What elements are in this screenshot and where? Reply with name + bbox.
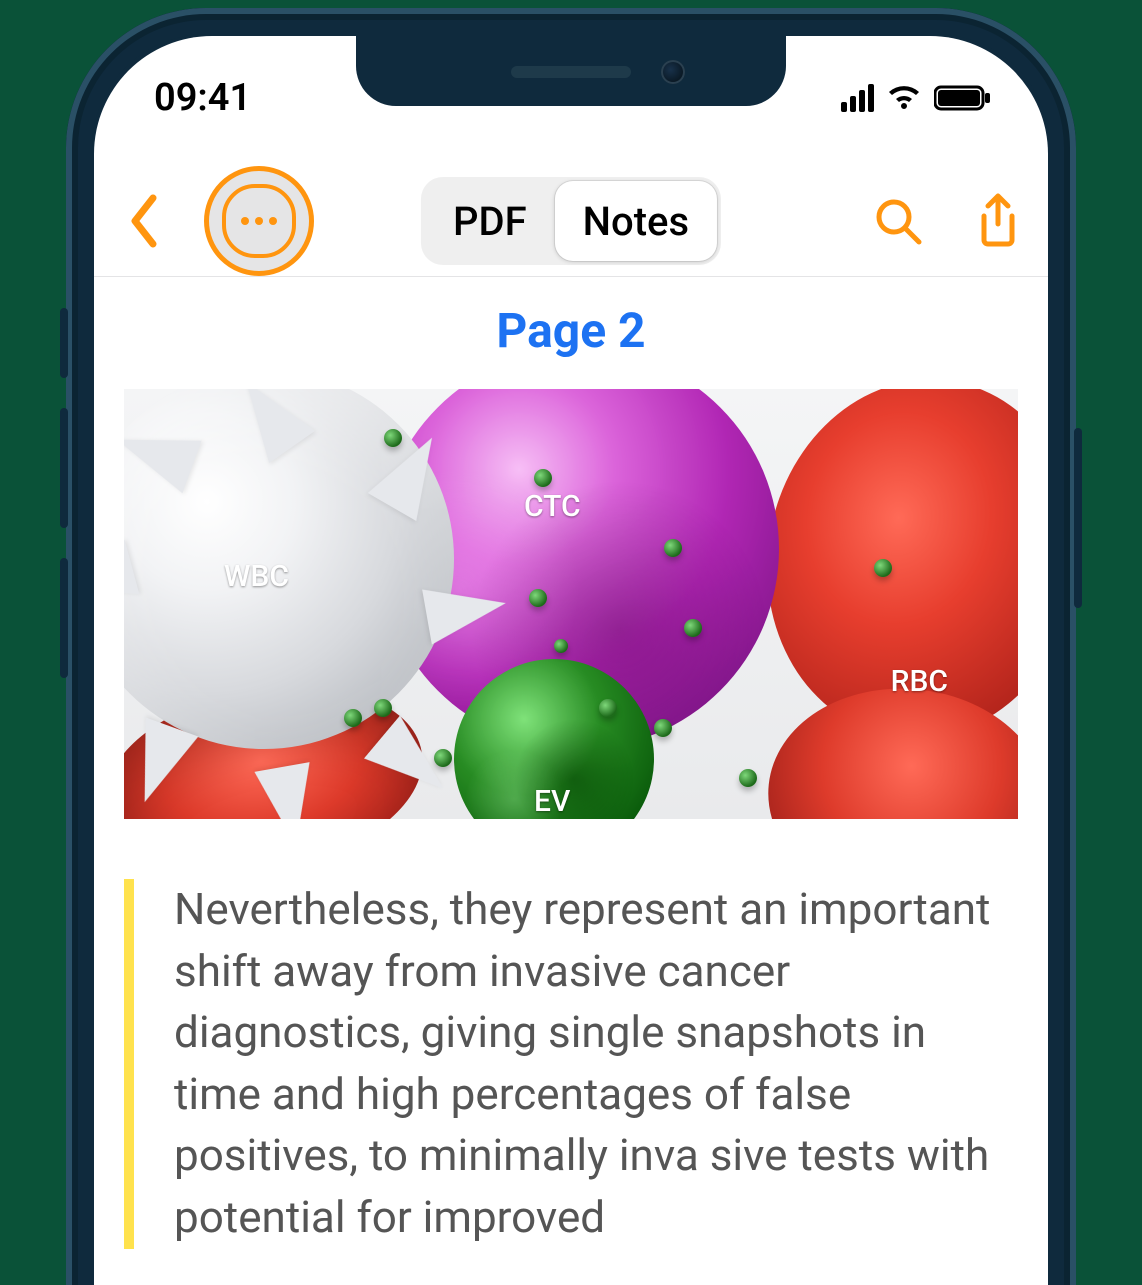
page-link[interactable]: Page 2 — [94, 302, 1048, 359]
more-options-button[interactable] — [204, 166, 314, 276]
tab-pdf[interactable]: PDF — [425, 181, 555, 261]
cellular-icon — [841, 84, 874, 112]
status-bar: 09:41 — [94, 36, 1048, 146]
figure-label-wbc: WBC — [224, 559, 289, 594]
share-button[interactable] — [968, 192, 1028, 250]
back-button[interactable] — [114, 194, 174, 248]
content-area[interactable]: Page 2 — [94, 278, 1048, 1249]
mute-switch — [60, 308, 68, 378]
view-mode-segmented-control[interactable]: PDF Notes — [421, 177, 721, 265]
search-icon — [873, 196, 923, 246]
figure-label-ctc: CTC — [524, 489, 581, 524]
highlighted-note[interactable]: Nevertheless, they represent an importan… — [124, 879, 1018, 1249]
nav-bar: PDF Notes — [94, 166, 1048, 277]
more-options-icon — [222, 184, 296, 258]
tab-notes[interactable]: Notes — [555, 181, 717, 261]
share-icon — [974, 192, 1022, 250]
figure-image: WBC CTC EV RBC — [124, 389, 1018, 819]
chevron-left-icon — [127, 194, 161, 248]
volume-down-button — [60, 558, 68, 678]
volume-up-button — [60, 408, 68, 528]
battery-icon — [934, 84, 992, 112]
figure-label-rbc: RBC — [891, 664, 948, 699]
screen: 09:41 — [94, 36, 1048, 1285]
search-button[interactable] — [868, 196, 928, 246]
wifi-icon — [886, 84, 922, 112]
figure-label-ev: EV — [534, 784, 570, 819]
status-time: 09:41 — [154, 76, 251, 120]
power-button — [1074, 428, 1082, 608]
phone-frame: 09:41 — [66, 8, 1076, 1285]
